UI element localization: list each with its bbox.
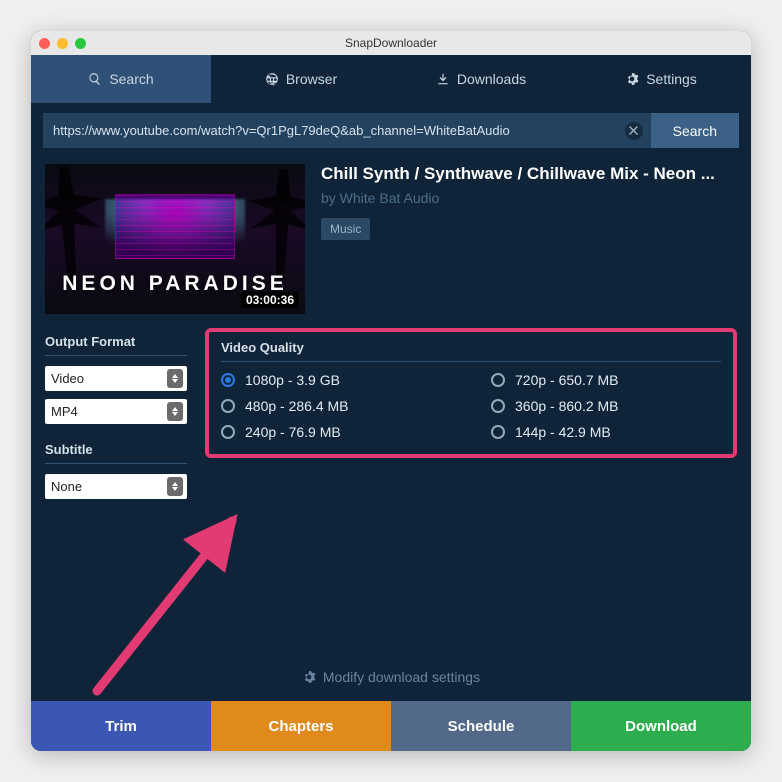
search-row: Search (43, 113, 739, 148)
radio-icon (221, 399, 235, 413)
search-button[interactable]: Search (651, 113, 739, 148)
tab-label: Search (109, 71, 153, 87)
quality-option-720p[interactable]: 720p - 650.7 MB (491, 372, 721, 388)
video-info: Chill Synth / Synthwave / Chillwave Mix … (321, 164, 737, 314)
globe-icon (265, 72, 279, 86)
output-container-select[interactable]: MP4 (45, 399, 187, 424)
action-bar: Trim Chapters Schedule Download (31, 701, 751, 751)
output-format-label: Output Format (45, 334, 187, 356)
tab-browser[interactable]: Browser (211, 55, 391, 103)
subtitle-select[interactable]: None (45, 474, 187, 499)
tab-search[interactable]: Search (31, 55, 211, 103)
gear-icon (302, 670, 316, 684)
video-tag[interactable]: Music (321, 218, 370, 240)
radio-icon (491, 425, 505, 439)
download-button[interactable]: Download (571, 701, 751, 751)
quality-highlight-box: Video Quality 1080p - 3.9 GB 720p - 650.… (205, 328, 737, 458)
video-thumbnail[interactable]: NEON PARADISE 03:00:36 (45, 164, 305, 314)
trim-button[interactable]: Trim (31, 701, 211, 751)
subtitle-label: Subtitle (45, 442, 187, 464)
video-row: NEON PARADISE 03:00:36 Chill Synth / Syn… (45, 164, 737, 314)
quality-text: 240p - 76.9 MB (245, 424, 341, 440)
quality-text: 144p - 42.9 MB (515, 424, 611, 440)
clear-url-button[interactable] (625, 122, 643, 140)
tab-downloads[interactable]: Downloads (391, 55, 571, 103)
quality-text: 360p - 860.2 MB (515, 398, 619, 414)
main-tabs: Search Browser Downloads Settings (31, 55, 751, 103)
settings-row: Output Format Video MP4 Subtitle None (45, 334, 737, 507)
quality-text: 720p - 650.7 MB (515, 372, 619, 388)
titlebar: SnapDownloader (31, 31, 751, 55)
app-title: SnapDownloader (31, 36, 751, 50)
output-type-select[interactable]: Video (45, 366, 187, 391)
content-area: NEON PARADISE 03:00:36 Chill Synth / Syn… (31, 148, 751, 701)
video-quality-label: Video Quality (221, 340, 721, 362)
quality-option-480p[interactable]: 480p - 286.4 MB (221, 398, 451, 414)
search-icon (88, 72, 102, 86)
left-column: Output Format Video MP4 Subtitle None (45, 334, 187, 507)
tab-label: Settings (646, 71, 697, 87)
app-window: SnapDownloader Search Browser Downloads … (31, 31, 751, 751)
quality-option-240p[interactable]: 240p - 76.9 MB (221, 424, 451, 440)
right-column: Video Quality 1080p - 3.9 GB 720p - 650.… (205, 334, 737, 507)
chapters-button[interactable]: Chapters (211, 701, 391, 751)
gear-icon (625, 72, 639, 86)
modify-download-settings-link[interactable]: Modify download settings (45, 643, 737, 701)
video-duration: 03:00:36 (241, 292, 299, 308)
quality-text: 1080p - 3.9 GB (245, 372, 340, 388)
radio-icon (491, 373, 505, 387)
radio-icon (221, 425, 235, 439)
quality-options: 1080p - 3.9 GB 720p - 650.7 MB 480p - 28… (221, 372, 721, 440)
modify-link-text: Modify download settings (323, 669, 480, 685)
quality-option-1080p[interactable]: 1080p - 3.9 GB (221, 372, 451, 388)
tab-settings[interactable]: Settings (571, 55, 751, 103)
quality-option-360p[interactable]: 360p - 860.2 MB (491, 398, 721, 414)
tab-label: Downloads (457, 71, 526, 87)
radio-icon (491, 399, 505, 413)
schedule-button[interactable]: Schedule (391, 701, 571, 751)
video-author: by White Bat Audio (321, 190, 737, 206)
url-input[interactable] (43, 113, 651, 148)
tab-label: Browser (286, 71, 337, 87)
download-icon (436, 72, 450, 86)
radio-icon (221, 373, 235, 387)
quality-text: 480p - 286.4 MB (245, 398, 349, 414)
video-title: Chill Synth / Synthwave / Chillwave Mix … (321, 164, 737, 184)
quality-option-144p[interactable]: 144p - 42.9 MB (491, 424, 721, 440)
close-icon (629, 126, 638, 135)
